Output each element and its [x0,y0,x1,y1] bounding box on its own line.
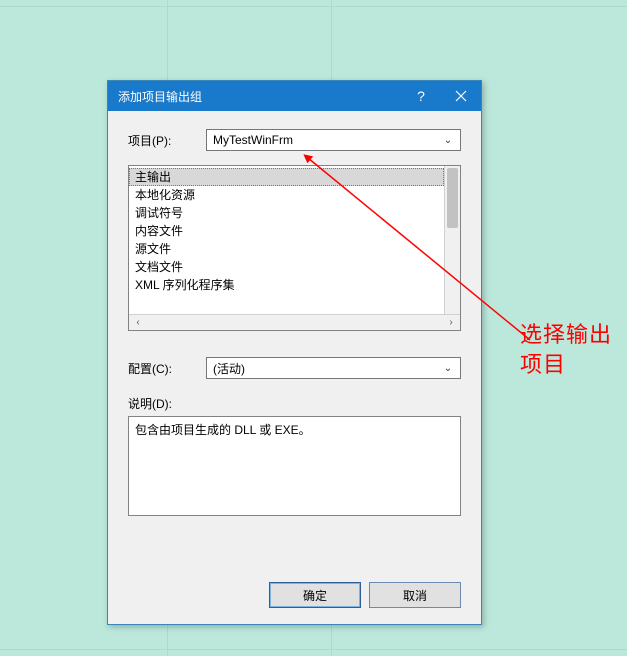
help-icon: ? [417,88,425,104]
dialog-footer: 确定 取消 [128,568,461,608]
list-item[interactable]: 文档文件 [129,258,444,276]
description-textarea[interactable] [128,416,461,516]
cancel-button[interactable]: 取消 [369,582,461,608]
cancel-label: 取消 [403,587,427,604]
scroll-left-icon[interactable]: ‹ [132,317,144,328]
dialog-body: 项目(P): MyTestWinFrm ⌄ 主输出 本地化资源 调试符号 内容文… [108,111,481,624]
list-item[interactable]: 内容文件 [129,222,444,240]
close-button[interactable] [441,81,481,111]
config-label: 配置(C): [128,360,206,377]
list-item[interactable]: 调试符号 [129,204,444,222]
project-label: 项目(P): [128,132,206,149]
ok-label: 确定 [303,587,327,604]
scrollbar-thumb[interactable] [447,168,458,228]
dialog-title: 添加项目输出组 [118,88,401,105]
list-item[interactable]: 源文件 [129,240,444,258]
project-value: MyTestWinFrm [213,133,440,147]
list-item[interactable]: 主输出 [129,168,444,186]
chevron-down-icon: ⌄ [440,363,456,374]
chevron-down-icon: ⌄ [440,135,456,146]
annotation-text: 选择输出项目 [520,320,612,380]
output-list-items: 主输出 本地化资源 调试符号 内容文件 源文件 文档文件 XML 序列化程序集 [129,166,444,314]
list-item[interactable]: 本地化资源 [129,186,444,204]
project-row: 项目(P): MyTestWinFrm ⌄ [128,129,461,151]
config-value: (活动) [213,360,440,377]
list-item[interactable]: XML 序列化程序集 [129,276,444,294]
titlebar[interactable]: 添加项目输出组 ? [108,81,481,111]
output-listbox[interactable]: 主输出 本地化资源 调试符号 内容文件 源文件 文档文件 XML 序列化程序集 … [128,165,461,331]
ok-button[interactable]: 确定 [269,582,361,608]
close-icon [455,90,467,102]
config-combobox[interactable]: (活动) ⌄ [206,357,461,379]
scroll-right-icon[interactable]: › [445,317,457,328]
vertical-scrollbar[interactable] [444,166,460,314]
project-combobox[interactable]: MyTestWinFrm ⌄ [206,129,461,151]
add-project-output-dialog: 添加项目输出组 ? 项目(P): MyTestWinFrm ⌄ 主输出 本地化资… [107,80,482,625]
horizontal-scrollbar[interactable]: ‹ › [129,314,460,330]
config-row: 配置(C): (活动) ⌄ [128,357,461,379]
description-label: 说明(D): [128,395,461,412]
help-button[interactable]: ? [401,81,441,111]
